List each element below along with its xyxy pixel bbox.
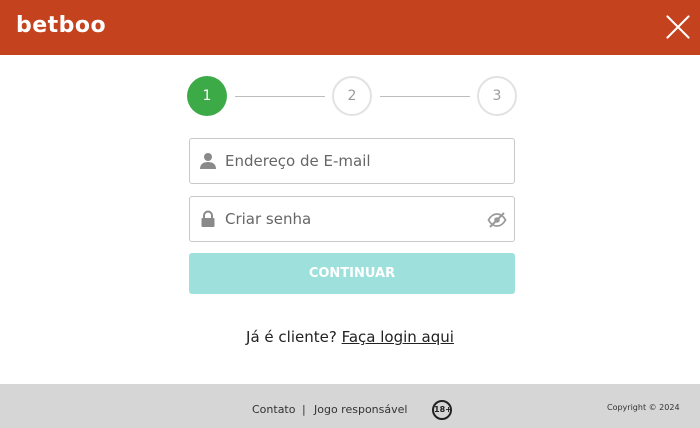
password-input[interactable] [225,197,475,241]
step-connector [235,96,325,97]
copyright-text: Copyright © 2024 [607,403,680,412]
step-connector [380,96,470,97]
brand-logo[interactable]: betboo [16,11,106,41]
eye-slash-icon[interactable] [487,210,507,230]
step-2: 2 [332,76,372,116]
login-link[interactable]: Faça login aqui [342,328,454,346]
lock-icon [201,210,215,227]
password-field[interactable] [189,196,515,242]
email-field[interactable] [189,138,515,184]
step-3: 3 [477,76,517,116]
footer-separator: | [302,403,306,416]
responsible-gaming-link[interactable]: Jogo responsável [314,403,407,416]
header-bar: betboo [0,0,700,55]
login-prompt-text: Já é cliente? [246,328,337,346]
user-icon [200,153,216,169]
login-prompt-row: Já é cliente? Faça login aqui [0,328,700,346]
age-18-icon: 18+ [432,400,452,420]
continue-button[interactable]: CONTINUAR [189,253,515,294]
footer-bar: Contato | Jogo responsável 18+ Copyright… [0,384,700,428]
close-icon[interactable] [665,14,691,40]
step-1: 1 [187,76,227,116]
contact-link[interactable]: Contato [252,403,295,416]
email-input[interactable] [225,139,475,183]
